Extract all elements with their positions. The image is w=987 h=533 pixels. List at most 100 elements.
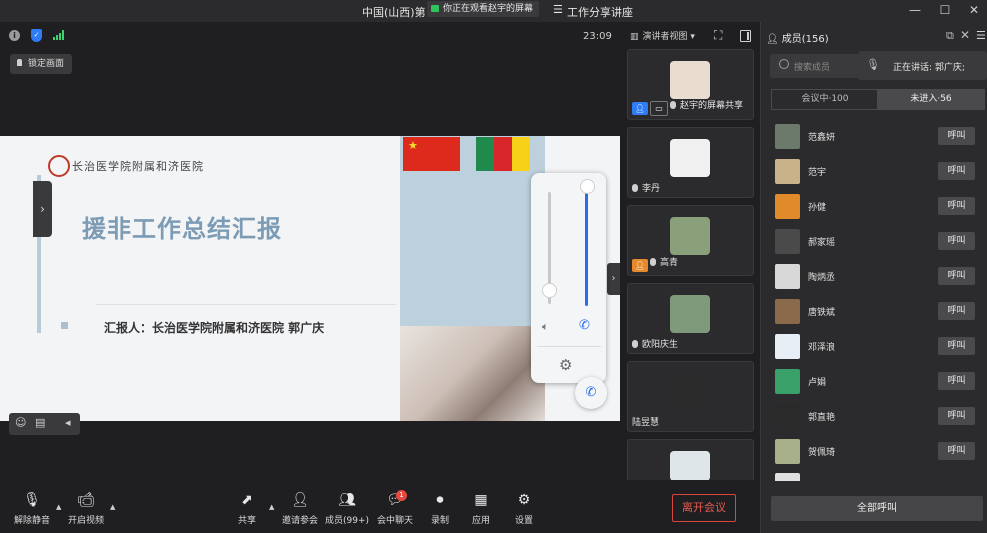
minimize-button[interactable]: — (906, 3, 924, 17)
phone-icon[interactable]: ✆ (579, 318, 590, 333)
search-icon (779, 59, 789, 69)
volume-popup (531, 173, 606, 383)
video-tile[interactable]: 李丹 (627, 127, 754, 198)
window-title-suffix: 工作分享讲座 (567, 6, 633, 19)
shield-icon[interactable]: ✓ (31, 29, 42, 42)
maximize-button[interactable]: ☐ (936, 3, 954, 17)
call-button[interactable]: 呼叫 (938, 442, 975, 460)
invite-label: 邀请参会 (281, 516, 318, 526)
host-badge-icon: 👤︎ (632, 102, 648, 115)
start-video-button[interactable]: 📹︎ 开启视频 (61, 491, 111, 526)
call-button[interactable]: 呼叫 (938, 337, 975, 355)
settings-icon: ⚙ (517, 492, 531, 508)
panel-menu-icon[interactable]: ☰ (976, 29, 986, 42)
collapse-video-column-handle[interactable]: › (607, 263, 620, 295)
avatar (775, 439, 800, 464)
avatar (670, 373, 710, 411)
volume-divider (537, 346, 601, 347)
list-item: 卢娟 呼叫 (775, 368, 985, 396)
member-name: 贺佩琦 (808, 448, 836, 458)
sidebar-layout-icon[interactable] (740, 30, 751, 42)
leave-meeting-button[interactable]: 离开会议 (672, 494, 736, 522)
reaction-bar: ☺ ▤ ◂ (9, 413, 80, 435)
video-options-caret-icon[interactable]: ▲ (110, 503, 115, 511)
call-volume-knob[interactable] (580, 179, 595, 194)
cameroon-flag-image (476, 137, 530, 171)
comment-icon[interactable]: ▤ (35, 416, 45, 429)
audio-settings-gear-icon[interactable]: ⚙ (559, 356, 572, 374)
cohost-badge-icon: 👤︎ (632, 259, 648, 272)
member-name: 范鑫妍 (808, 133, 836, 143)
members-icon: 👥︎ (338, 492, 356, 508)
close-panel-icon[interactable]: ✕ (960, 28, 970, 42)
audio-device-button[interactable]: ✆ (575, 377, 607, 409)
members-button[interactable]: 👥︎ 成员(99+) (322, 491, 372, 526)
video-tile-name: 李丹 (642, 184, 661, 194)
call-button[interactable]: 呼叫 (938, 197, 975, 215)
call-button[interactable]: 呼叫 (938, 162, 975, 180)
video-tile[interactable]: 👤︎ 高青 (627, 205, 754, 276)
slide-title: 援非工作总结汇报 (82, 215, 282, 243)
member-name: 邓泽浪 (808, 343, 836, 353)
meeting-time: 23:09 (583, 31, 612, 42)
call-button[interactable]: 呼叫 (938, 372, 975, 390)
member-name: 孙健 (808, 203, 827, 213)
screen-share-notice[interactable]: 你正在观看赵宇的屏幕 (427, 1, 540, 17)
avatar (670, 295, 710, 333)
video-tile[interactable]: 欧阳庆生 (627, 283, 754, 354)
lock-screen-button[interactable]: 锁定画面 (10, 54, 73, 74)
avatar (670, 61, 710, 99)
avatar (775, 194, 800, 219)
muted-mic-icon: 🎙︎ (23, 492, 41, 508)
tab-in-meeting[interactable]: 会议中·100 (771, 89, 879, 110)
slide-presenter: 汇报人：长治医学院附属和济医院 郭广庆 (104, 321, 325, 335)
member-name: 郭直艳 (808, 413, 836, 423)
call-all-button[interactable]: 全部呼叫 (771, 496, 983, 521)
video-tile-name: 欧阳庆生 (642, 340, 679, 350)
fullscreen-icon[interactable]: ⛶ (714, 28, 722, 43)
slide-bullet (61, 322, 68, 329)
video-tile[interactable]: 👤︎ ▭ 赵宇的屏幕共享 (627, 49, 754, 120)
avatar (775, 404, 800, 429)
muted-mic-icon: 🎙︎ (866, 58, 880, 71)
close-button[interactable]: ✕ (965, 3, 983, 17)
tab-not-joined[interactable]: 未进入·56 (877, 89, 985, 110)
call-button[interactable]: 呼叫 (938, 302, 975, 320)
chat-button[interactable]: 💬︎ 会中聊天 (370, 491, 420, 526)
video-tile[interactable]: 陆昱慧 (627, 361, 754, 432)
members-label: 成员(99+) (324, 516, 370, 526)
meeting-menu-icon[interactable]: ☰ (553, 3, 563, 16)
collapse-reactions-icon[interactable]: ◂ (65, 416, 71, 429)
screen-share-badge-icon: ▭ (650, 101, 668, 116)
video-tile[interactable] (627, 439, 754, 481)
slide-prev-handle[interactable]: › (33, 181, 52, 237)
members-panel-title: 👤︎ 成员(156) (766, 30, 829, 45)
window-title: 中国(山西)第 (362, 6, 426, 19)
avatar (670, 139, 710, 177)
call-volume-slider[interactable] (585, 186, 588, 306)
info-icon[interactable]: i (9, 30, 20, 41)
speaker-volume-knob[interactable] (542, 283, 557, 298)
call-button[interactable]: 呼叫 (938, 232, 975, 250)
list-item: 郝家瑶 呼叫 (775, 228, 985, 256)
share-options-caret-icon[interactable]: ▲ (269, 503, 274, 511)
emoji-icon[interactable]: ☺ (15, 416, 26, 429)
settings-button[interactable]: ⚙ 设置 (499, 491, 549, 526)
share-button[interactable]: ⬈ 共享 (222, 491, 272, 526)
call-button[interactable]: 呼叫 (938, 407, 975, 425)
call-button[interactable]: 呼叫 (938, 267, 975, 285)
speaker-icon[interactable]: 🔈︎ (542, 320, 549, 334)
slide-logo-text: 长治医学院附属和济医院 (72, 160, 204, 173)
share-screen-icon: ⬈ (241, 492, 253, 508)
apps-icon: ▦ (474, 492, 488, 508)
screen-share-icon (431, 5, 439, 12)
share-label: 共享 (237, 516, 256, 526)
member-name: 郝家瑶 (808, 238, 836, 248)
member-name: 卢娟 (808, 378, 827, 388)
call-button[interactable]: 呼叫 (938, 127, 975, 145)
view-mode-dropdown[interactable]: ▥ 演讲者视图 ▾ (630, 29, 695, 42)
popout-icon[interactable]: ⧉ (946, 29, 954, 43)
invite-button[interactable]: 👤︎ 邀请参会 (275, 491, 325, 526)
unmute-button[interactable]: 🎙︎ 解除静音 (7, 491, 57, 526)
signal-icon[interactable] (53, 30, 65, 40)
